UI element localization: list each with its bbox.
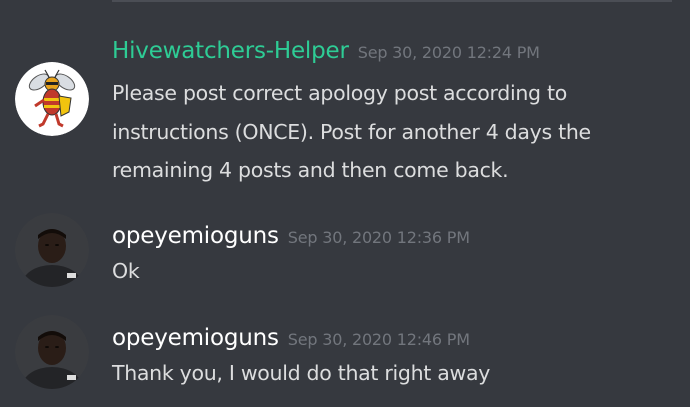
message-header: Hivewatchers-Helper Sep 30, 2020 12:24 PM xyxy=(112,36,680,66)
message: opeyemioguns Sep 30, 2020 12:46 PM Thank … xyxy=(0,312,690,402)
user-photo-avatar xyxy=(15,213,89,287)
timestamp: Sep 30, 2020 12:46 PM xyxy=(287,330,470,349)
avatar[interactable] xyxy=(15,315,89,389)
top-divider xyxy=(112,0,672,2)
hornet-mascot-icon xyxy=(15,62,89,136)
username[interactable]: opeyemioguns xyxy=(112,325,279,351)
message-header: opeyemioguns Sep 30, 2020 12:36 PM xyxy=(112,221,680,251)
message: opeyemioguns Sep 30, 2020 12:36 PM Ok xyxy=(0,207,690,292)
username[interactable]: Hivewatchers-Helper xyxy=(112,38,349,64)
avatar[interactable] xyxy=(15,213,89,287)
message-text: Please post correct apology post accordi… xyxy=(112,81,591,182)
username[interactable]: opeyemioguns xyxy=(112,223,279,249)
message-text: Thank you, I would do that right away xyxy=(112,361,491,385)
message: Hivewatchers-Helper Sep 30, 2020 12:24 PM… xyxy=(0,32,690,192)
message-content: opeyemioguns Sep 30, 2020 12:36 PM Ok xyxy=(112,221,680,287)
message-content: Hivewatchers-Helper Sep 30, 2020 12:24 PM… xyxy=(112,36,680,190)
message-content: opeyemioguns Sep 30, 2020 12:46 PM Thank … xyxy=(112,323,680,389)
user-photo-avatar xyxy=(15,315,89,389)
message-text: Ok xyxy=(112,259,140,283)
timestamp: Sep 30, 2020 12:24 PM xyxy=(357,43,540,62)
timestamp: Sep 30, 2020 12:36 PM xyxy=(287,228,470,247)
message-header: opeyemioguns Sep 30, 2020 12:46 PM xyxy=(112,323,680,353)
avatar[interactable] xyxy=(15,62,89,136)
